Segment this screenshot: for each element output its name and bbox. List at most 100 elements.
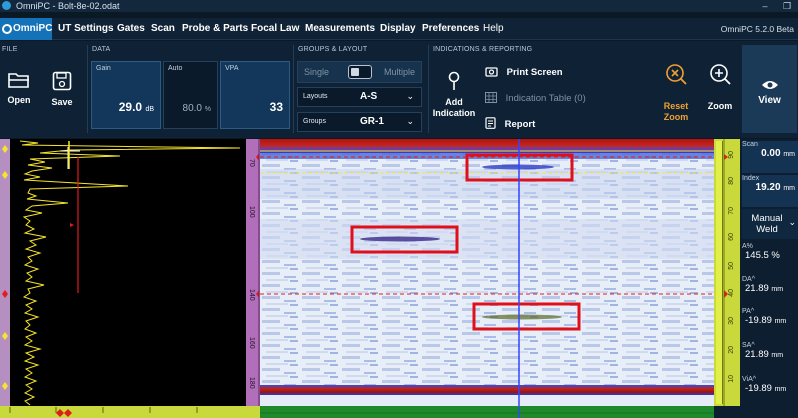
layouts-select[interactable]: Layouts A-S ⌄ [297, 87, 422, 107]
indication-table-button[interactable]: Indication Table (0) [485, 92, 586, 104]
ribbon: FILE Open Save DATA Gain 29.0 dB Auto 80… [0, 41, 798, 138]
scan-axis-ruler [260, 406, 714, 418]
auto-value: 80.0 % [182, 103, 211, 114]
menu-scan[interactable]: Scan [151, 18, 175, 40]
view-button[interactable]: View [742, 45, 797, 133]
menu-gates[interactable]: Gates [117, 18, 145, 40]
bottom-right-corner [714, 406, 740, 418]
scan-readout[interactable]: Scan 0.00 mm [742, 141, 798, 173]
zoom-label: Zoom [707, 101, 733, 111]
report-label: Report [504, 119, 536, 130]
depth-ruler-graphic [256, 139, 260, 406]
version-label: OmniPC 5.2.0 Beta [720, 24, 794, 34]
via-readout: ViA^ -19.89 mm [742, 376, 798, 394]
ruler-label-40: 40 [728, 289, 735, 297]
pa-readout: PA^ -19.89 mm [742, 308, 798, 326]
menu-ut-settings[interactable]: UT Settings [58, 18, 114, 40]
sa-label: SA^ [742, 342, 755, 349]
print-screen-button[interactable]: Print Screen [485, 66, 563, 78]
index-readout[interactable]: Index 19.20 mm [742, 175, 798, 207]
menu-focal-law[interactable]: Focal Law [251, 18, 299, 40]
via-label: ViA^ [742, 376, 757, 383]
layouts-label: Layouts [303, 93, 328, 100]
menu-preferences[interactable]: Preferences [422, 18, 479, 40]
switch-knob [351, 68, 359, 76]
mode-value: Manual Weld [751, 213, 783, 235]
separator [428, 45, 429, 133]
separator [87, 45, 88, 133]
groups-select[interactable]: Groups GR-1 ⌄ [297, 112, 422, 132]
single-multiple-toggle[interactable]: Single Multiple [297, 61, 422, 83]
a-percent-readout: A% 145.5 % [742, 243, 798, 261]
restore-button[interactable]: ❐ [778, 0, 796, 12]
vpa-tile[interactable]: VPA 33 [220, 61, 290, 129]
add-indication-button[interactable]: Add Indication [430, 71, 478, 119]
ruler-label-90: 90 [728, 151, 735, 159]
indication-2-echo [360, 236, 440, 242]
print-screen-label: Print Screen [506, 67, 563, 78]
da-value: 21.89 mm [745, 283, 784, 294]
a-scan-view[interactable] [10, 139, 246, 406]
minimize-button[interactable]: – [756, 0, 774, 12]
multiple-label: Multiple [384, 67, 416, 77]
vpa-label: VPA [225, 65, 239, 72]
open-label: Open [7, 95, 31, 105]
gain-tile[interactable]: Gain 29.0 dB [91, 61, 161, 129]
s-scan-image [260, 139, 714, 406]
menu-measurements[interactable]: Measurements [305, 18, 375, 40]
pa-value: -19.89 mm [745, 315, 787, 326]
indications-section-label: INDICATIONS & REPORTING [433, 46, 533, 53]
index-label: Index [742, 175, 760, 182]
gate-marker-b [2, 171, 8, 179]
a-scan-amplitude-ruler [0, 406, 260, 418]
gate-marker-d [2, 332, 8, 340]
mode-select[interactable]: Manual Weld ⌄ [742, 209, 798, 239]
report-icon [485, 117, 496, 129]
s-scan-view[interactable] [260, 139, 714, 406]
zoom-button[interactable]: Zoom [703, 63, 737, 111]
folder-icon [8, 73, 29, 88]
reset-zoom-button[interactable]: Reset Zoom [655, 63, 697, 123]
groups-value: GR-1 [360, 116, 384, 127]
layout-switch[interactable] [348, 65, 372, 79]
a-scan-trace [19, 140, 241, 406]
save-button[interactable]: Save [46, 71, 78, 107]
app-icon [2, 1, 11, 10]
ruler-label-70: 70 [728, 207, 735, 215]
file-section-label: FILE [2, 46, 18, 53]
chevron-down-icon: ⌄ [406, 116, 414, 126]
menu-display[interactable]: Display [380, 18, 416, 40]
indication-1-echo [482, 164, 554, 170]
menu-help[interactable]: Help [483, 18, 504, 40]
ruler-label-30: 30 [728, 317, 735, 325]
depth-label-2: 100 [248, 206, 255, 218]
index-value: 19.20 mm [755, 182, 795, 193]
omnipc-logo-icon [2, 24, 12, 34]
menu-probe-parts[interactable]: Probe & Parts [182, 18, 248, 40]
readout-panel: Scan 0.00 mm Index 19.20 mm Manual Weld … [740, 139, 798, 418]
scan-label: Scan [742, 141, 758, 148]
groups-label: Groups [303, 118, 326, 125]
omnipc-menu-button[interactable]: OmniPC [0, 18, 52, 40]
eye-icon [761, 81, 778, 89]
gate-marker-c [2, 290, 8, 298]
back-wall-echo [260, 385, 714, 395]
save-icon [52, 71, 72, 91]
title-bar: OmniPC - Bolt-8e-02.odat – ❐ [0, 0, 798, 12]
sa-value: 21.89 mm [745, 349, 784, 360]
auto-tile[interactable]: Auto 80.0 % [163, 61, 218, 129]
add-indication-label: Add Indication [432, 97, 476, 118]
reset-zoom-label: Reset Zoom [663, 101, 689, 122]
gate-markers [2, 145, 8, 390]
auto-label: Auto [168, 65, 183, 72]
da-readout: DA^ 21.89 mm [742, 276, 798, 294]
indication-table-label: Indication Table (0) [505, 93, 586, 104]
gain-label: Gain [96, 65, 111, 72]
report-button[interactable]: Report [485, 117, 535, 130]
open-button[interactable]: Open [2, 71, 36, 105]
depth-label-5: 180 [248, 377, 255, 389]
ruler-label-10: 10 [728, 375, 735, 383]
zoom-in-icon [710, 64, 731, 85]
brand-label: OmniPC [13, 23, 53, 34]
vpa-value: 33 [269, 100, 283, 114]
